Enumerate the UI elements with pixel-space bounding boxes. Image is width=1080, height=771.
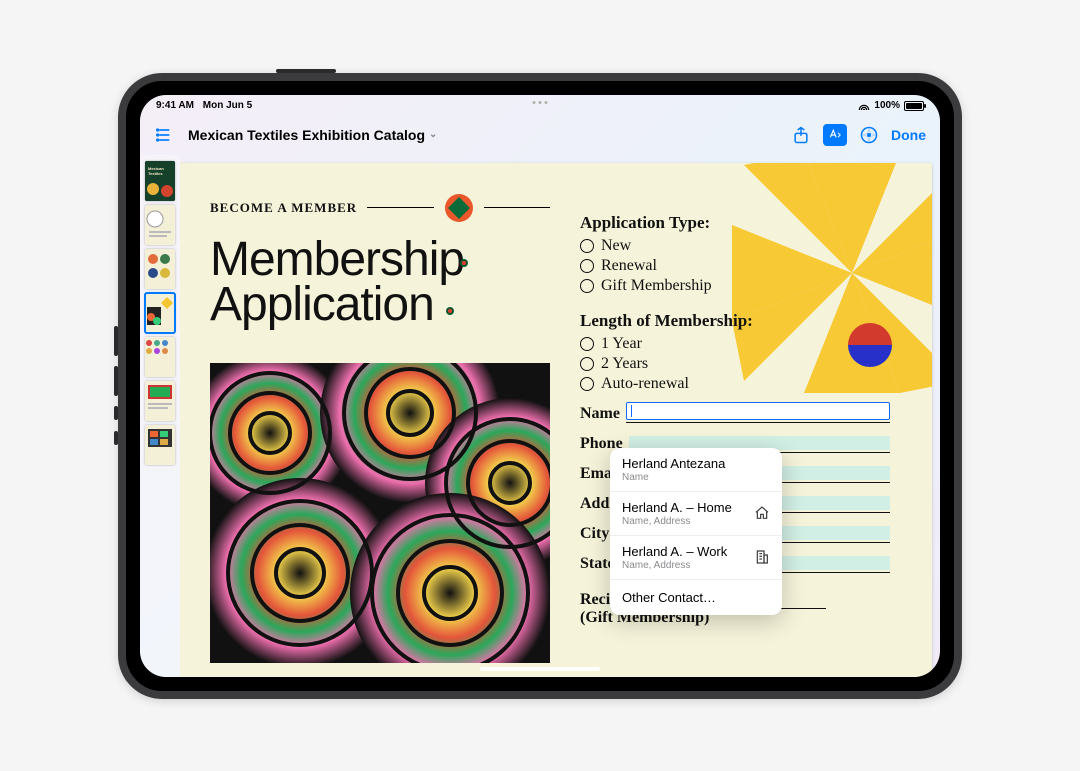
markup-button[interactable] (823, 123, 847, 147)
autofill-suggestion[interactable]: Herland A. – WorkName, Address (610, 536, 782, 580)
page-thumbnails[interactable]: MexicanTextiles (140, 155, 180, 677)
pdf-page[interactable]: BECOME A MEMBER Membership Application (180, 163, 932, 677)
rule-line (484, 207, 550, 208)
field-name-row: Name (580, 405, 890, 423)
sidebar-toggle-button[interactable] (154, 123, 178, 147)
document-title: Mexican Textiles Exhibition Catalog (188, 127, 425, 143)
radio-gift[interactable]: Gift Membership (580, 277, 890, 295)
thumbnail-page[interactable] (145, 381, 175, 421)
application-type-heading: Application Type: (580, 213, 890, 233)
thumbnail-page[interactable] (145, 337, 175, 377)
radio-auto[interactable]: Auto-renewal (580, 375, 890, 393)
ipad-side-button (114, 406, 118, 420)
autofill-suggestion[interactable]: Herland A. – HomeName, Address (610, 492, 782, 536)
ipad-top-button (276, 69, 336, 73)
document-title-button[interactable]: Mexican Textiles Exhibition Catalog ⌄ (188, 127, 437, 143)
thumbnail-page[interactable]: MexicanTextiles (145, 161, 175, 201)
page-title: Membership Application (210, 237, 550, 328)
autofill-other-contact[interactable]: Other Contact… (610, 580, 782, 615)
battery-percent: 100% (874, 100, 900, 111)
toolbar: Mexican Textiles Exhibition Catalog ⌄ Do… (140, 115, 940, 155)
textile-artwork (210, 363, 550, 663)
thumbnail-page[interactable] (145, 293, 175, 333)
rule-line (367, 207, 433, 208)
wifi-icon (858, 101, 870, 110)
share-button[interactable] (789, 123, 813, 147)
multitask-grabber[interactable] (533, 101, 548, 104)
svg-text:Textiles: Textiles (148, 171, 163, 176)
status-time: 9:41 AM (156, 100, 194, 111)
done-button[interactable]: Done (891, 127, 926, 143)
label-name: Name (580, 405, 620, 423)
home-icon (754, 505, 770, 521)
ipad-side-button (114, 326, 118, 356)
screen: 9:41 AM Mon Jun 5 100% Mexican Textiles … (140, 95, 940, 677)
decoration-diamond-circle (444, 193, 474, 223)
zip-input[interactable] (775, 555, 890, 573)
thumbnail-page[interactable] (145, 425, 175, 465)
name-input[interactable] (626, 405, 890, 423)
radio-renewal[interactable]: Renewal (580, 257, 890, 275)
status-bar: 9:41 AM Mon Jun 5 100% (140, 95, 940, 115)
home-indicator[interactable] (480, 667, 600, 671)
thumbnail-page[interactable] (145, 249, 175, 289)
radio-2years[interactable]: 2 Years (580, 355, 890, 373)
radio-1year[interactable]: 1 Year (580, 335, 890, 353)
autofill-popover: Herland AntezanaName Herland A. – HomeNa… (610, 448, 782, 615)
radio-new[interactable]: New (580, 237, 890, 255)
ipad-side-button (114, 366, 118, 396)
length-heading: Length of Membership: (580, 311, 890, 331)
chevron-down-icon: ⌄ (429, 129, 437, 140)
status-date: Mon Jun 5 (203, 100, 252, 111)
autofill-suggestion[interactable]: Herland AntezanaName (610, 448, 782, 492)
ipad-side-button (114, 431, 118, 445)
ipad-frame: 9:41 AM Mon Jun 5 100% Mexican Textiles … (118, 73, 962, 699)
search-button[interactable] (857, 123, 881, 147)
battery-icon (904, 101, 924, 111)
label-city: City (580, 525, 609, 543)
become-member-heading: BECOME A MEMBER (210, 200, 357, 216)
building-icon (754, 549, 770, 565)
thumbnail-page[interactable] (145, 205, 175, 245)
